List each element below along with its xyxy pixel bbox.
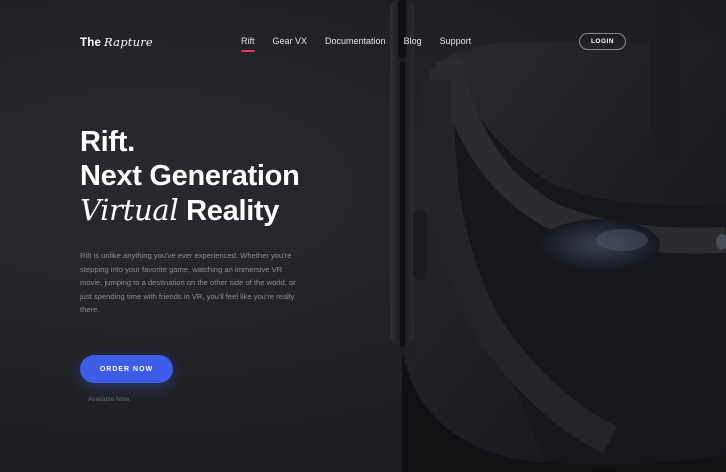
- order-now-button[interactable]: ORDER NOW: [80, 355, 173, 383]
- nav-item-support[interactable]: Support: [440, 36, 472, 52]
- brand-logo[interactable]: The Rapture: [80, 35, 153, 49]
- headline-italic-word: Virtual: [80, 193, 179, 227]
- nav-item-gear-vx[interactable]: Gear VX: [273, 36, 308, 52]
- headline-line-2: Next Generation: [80, 160, 300, 192]
- top-navbar: The Rapture Rift Gear VX Documentation Bl…: [0, 0, 726, 84]
- nav-item-blog[interactable]: Blog: [404, 36, 422, 52]
- hero-description: Rift is unlike anything you've ever expe…: [80, 251, 296, 314]
- hero-headline: Rift. Next Generation Virtual Reality: [80, 125, 300, 228]
- brand-name: The: [80, 37, 102, 49]
- availability-note: Available Now.: [88, 396, 131, 403]
- headline-line-1: Rift.: [80, 126, 135, 158]
- nav-item-rift[interactable]: Rift: [241, 36, 255, 52]
- nav-links: Rift Gear VX Documentation Blog Support: [241, 36, 489, 52]
- brand-name-italic: Rapture: [104, 35, 153, 49]
- headline-line-3: Virtual Reality: [80, 193, 300, 228]
- nav-item-documentation[interactable]: Documentation: [325, 36, 386, 52]
- login-button[interactable]: LOGIN: [579, 33, 626, 50]
- headline-line-3-rest: Reality: [186, 195, 280, 227]
